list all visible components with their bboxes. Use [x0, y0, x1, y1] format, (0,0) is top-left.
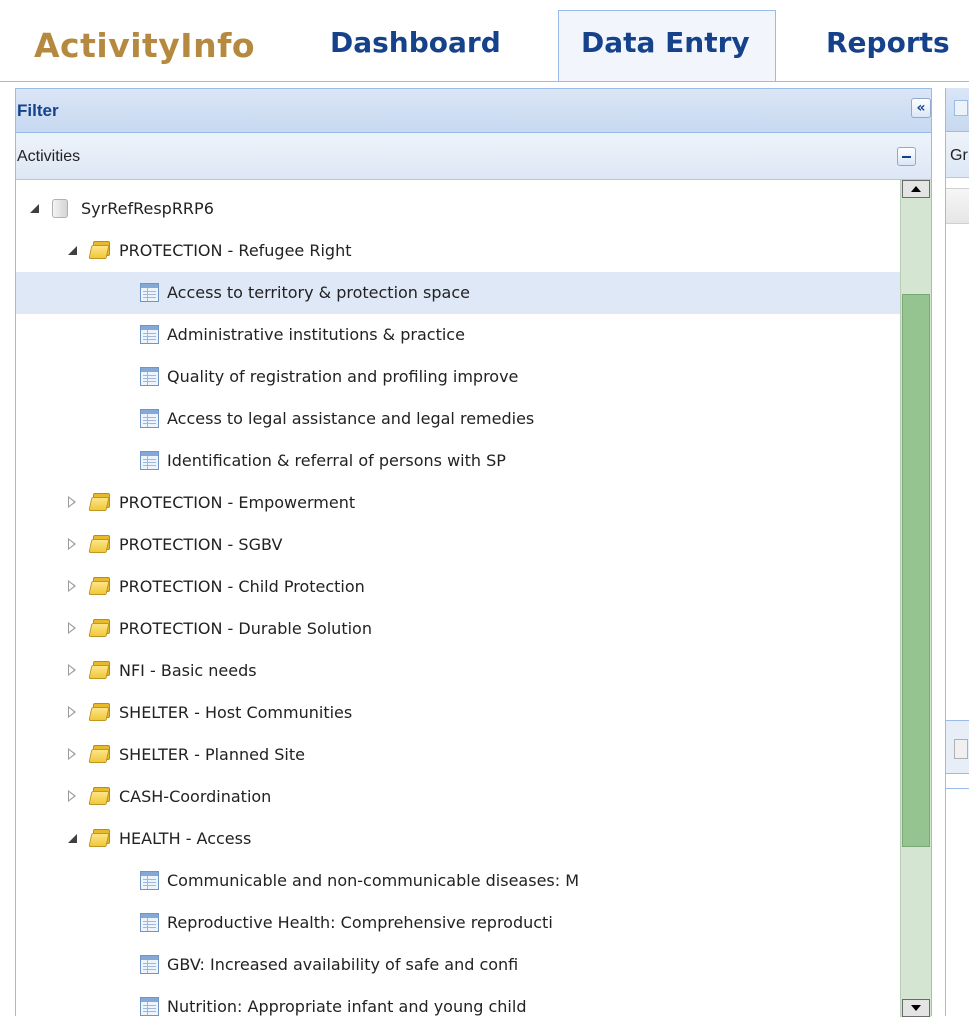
form-icon [140, 283, 159, 302]
paging-toolbar [946, 720, 969, 774]
tree-item-label: CASH-Coordination [119, 787, 272, 806]
collapsed-triangle-icon[interactable] [68, 536, 80, 554]
nav-divider [0, 81, 969, 82]
tree-folder-item[interactable]: PROTECTION - Child Protection [16, 566, 900, 608]
tree-item-label: NFI - Basic needs [119, 661, 257, 680]
collapsed-triangle-icon[interactable] [68, 704, 80, 722]
app-logo[interactable]: ActivityInfo [34, 26, 255, 65]
collapsed-triangle-icon[interactable] [68, 662, 80, 680]
tree-item-label: Reproductive Health: Comprehensive repro… [167, 913, 553, 932]
filter-panel-header: Filter « [16, 89, 931, 133]
tree-item-label: Access to territory & protection space [167, 283, 470, 302]
expanded-triangle-icon[interactable] [68, 830, 80, 848]
database-icon [52, 199, 68, 218]
collapsed-triangle-icon[interactable] [68, 788, 80, 806]
data-entry-panel: Gr [945, 88, 969, 1016]
form-icon [140, 955, 159, 974]
tree-scrollbar[interactable] [900, 180, 931, 1017]
expanded-triangle-icon[interactable] [68, 242, 80, 260]
tree-item-label: HEALTH - Access [119, 829, 252, 848]
grid-section-title: Gr [950, 147, 968, 164]
activities-section-title: Activities [17, 148, 81, 165]
tree-activity-item[interactable]: Identification & referral of persons wit… [16, 440, 900, 482]
tree-item-label: PROTECTION - Durable Solution [119, 619, 372, 638]
activities-tree: Nutrition: Appropriate infant and young … [16, 180, 931, 1017]
folder-icon [88, 577, 112, 595]
tree-item-label: GBV: Increased availability of safe and … [167, 955, 519, 974]
form-icon [140, 871, 159, 890]
tree-folder-item[interactable]: NFI - Basic needs [16, 650, 900, 692]
collapsed-triangle-icon[interactable] [68, 578, 80, 596]
tree-item-label: Nutrition: Appropriate infant and young … [167, 997, 527, 1016]
form-icon [140, 409, 159, 428]
nav-tab-data-entry[interactable]: Data Entry [581, 26, 750, 59]
folder-icon [88, 829, 112, 847]
top-nav-bar: ActivityInfo Dashboard Data Entry Report… [0, 0, 969, 82]
tree-folder-item[interactable]: PROTECTION - SGBV [16, 524, 900, 566]
folder-icon [88, 493, 112, 511]
folder-icon [88, 619, 112, 637]
tree-activity-item[interactable]: Access to territory & protection space [16, 272, 900, 314]
tree-folder-item[interactable]: PROTECTION - Refugee Right [16, 230, 900, 272]
tree-folder-item[interactable]: HEALTH - Access [16, 818, 900, 860]
collapsed-triangle-icon[interactable] [68, 620, 80, 638]
collapsed-triangle-icon[interactable] [68, 494, 80, 512]
tree-activity-item[interactable]: Administrative institutions & practice [16, 314, 900, 356]
grid-section-header: Gr [946, 132, 969, 178]
tree-activity-item[interactable]: Communicable and non-communicable diseas… [16, 860, 900, 902]
scrollbar-thumb[interactable] [902, 294, 930, 847]
double-chevron-left-icon[interactable]: « [911, 98, 931, 118]
tree-database-item[interactable]: SyrRefRespRRP6 [16, 188, 900, 230]
tree-folder-item[interactable]: SHELTER - Planned Site [16, 734, 900, 776]
tree-item-label: Access to legal assistance and legal rem… [167, 409, 535, 428]
tree-activity-item[interactable]: Quality of registration and profiling im… [16, 356, 900, 398]
tree-item-label: PROTECTION - Empowerment [119, 493, 356, 512]
detail-pane [946, 788, 969, 1016]
folder-icon [88, 703, 112, 721]
tree-activity-item[interactable]: Nutrition: Appropriate infant and young … [16, 986, 900, 1017]
tree-item-label: PROTECTION - Refugee Right [119, 241, 352, 260]
tree-item-label: Identification & referral of persons wit… [167, 451, 506, 470]
activities-section-header[interactable]: Activities [16, 133, 931, 180]
toolbar-icon[interactable] [954, 100, 968, 116]
tree-activity-item[interactable]: Reproductive Health: Comprehensive repro… [16, 902, 900, 944]
tree-item-label: Quality of registration and profiling im… [167, 367, 519, 386]
tree-item-label: SHELTER - Host Communities [119, 703, 353, 722]
form-icon [140, 325, 159, 344]
folder-icon [88, 535, 112, 553]
nav-tab-reports[interactable]: Reports [826, 26, 950, 59]
tree-item-label: SHELTER - Planned Site [119, 745, 305, 764]
tree-folder-item[interactable]: PROTECTION - Empowerment [16, 482, 900, 524]
folder-icon [88, 787, 112, 805]
tree-folder-item[interactable]: SHELTER - Host Communities [16, 692, 900, 734]
expanded-triangle-icon[interactable] [30, 200, 42, 218]
tree-item-label: PROTECTION - Child Protection [119, 577, 365, 596]
paging-button[interactable] [954, 739, 968, 759]
grid-column-header[interactable] [946, 188, 969, 224]
tree-activity-item[interactable]: Access to legal assistance and legal rem… [16, 398, 900, 440]
folder-icon [88, 241, 112, 259]
form-icon [140, 451, 159, 470]
collapse-minus-icon[interactable] [897, 147, 916, 166]
tree-folder-item[interactable]: CASH-Coordination [16, 776, 900, 818]
tree-item-label: PROTECTION - SGBV [119, 535, 283, 554]
tree-item-label: Communicable and non-communicable diseas… [167, 871, 580, 890]
collapsed-triangle-icon[interactable] [68, 746, 80, 764]
filter-panel-title: Filter [17, 101, 59, 120]
folder-icon [88, 661, 112, 679]
scroll-up-arrow-icon[interactable] [902, 180, 930, 198]
filter-panel: Filter « Activities Nutrition: Appropria… [15, 88, 932, 1017]
tree-folder-item[interactable]: PROTECTION - Durable Solution [16, 608, 900, 650]
folder-icon [88, 745, 112, 763]
tree-item-label: SyrRefRespRRP6 [81, 199, 214, 218]
form-icon [140, 913, 159, 932]
tree-activity-item[interactable]: GBV: Increased availability of safe and … [16, 944, 900, 986]
data-entry-toolbar [946, 88, 969, 132]
form-icon [140, 997, 159, 1016]
tree-item-label: Administrative institutions & practice [167, 325, 465, 344]
scroll-down-arrow-icon[interactable] [902, 999, 930, 1017]
nav-tab-dashboard[interactable]: Dashboard [330, 26, 501, 59]
form-icon [140, 367, 159, 386]
